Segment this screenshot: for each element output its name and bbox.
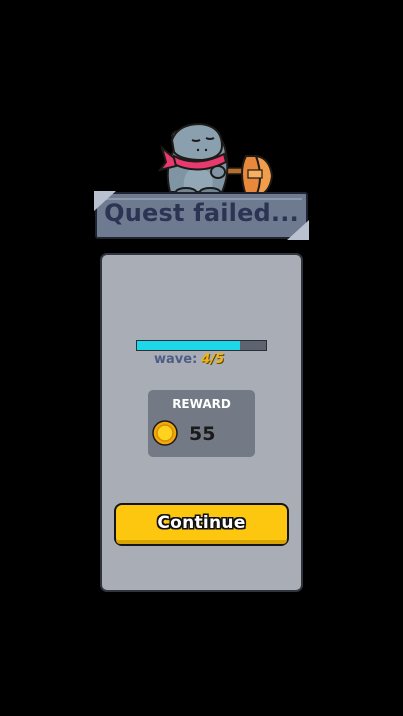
reward-box: REWARD 55 (148, 390, 255, 457)
title-banner: Quest failed... (94, 191, 309, 240)
continue-button[interactable]: Continue (114, 503, 289, 546)
continue-label: Continue (157, 513, 246, 533)
gold-coin-icon (152, 420, 178, 446)
wave-progress-fill (137, 341, 241, 350)
reward-amount: 55 (189, 423, 216, 445)
wave-value: 4/5 (201, 352, 225, 367)
hippo-warrior-icon (158, 122, 274, 198)
wave-label: wave: (154, 352, 198, 367)
wave-indicator: wave: 4/5 (154, 352, 224, 367)
wave-progress-bar (136, 340, 267, 351)
page-title: Quest failed... (104, 199, 299, 227)
reward-title: REWARD (172, 397, 231, 411)
quest-failed-screen: Quest failed... wave: 4/5 REWARD 55 Conti… (0, 0, 403, 716)
